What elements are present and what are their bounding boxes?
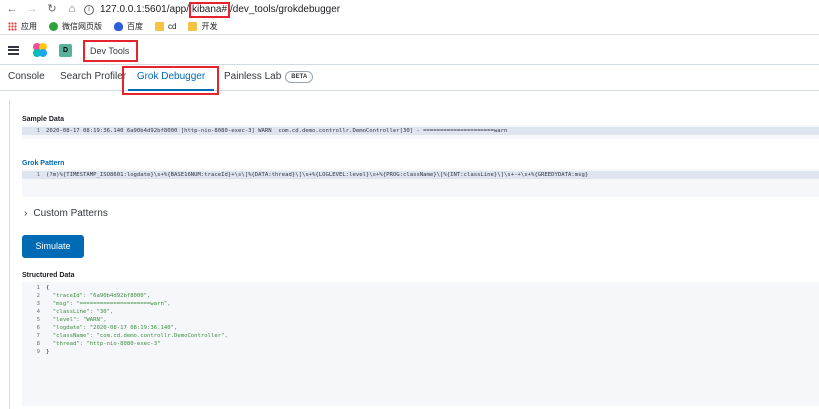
back-icon[interactable]: ← <box>4 0 20 19</box>
bookmark-wechat[interactable]: 微信网页版 <box>49 21 102 32</box>
bookmark-dev[interactable]: 开发 <box>188 21 217 32</box>
json-line: "traceId": "6a90b4d92bf8000", <box>46 293 151 299</box>
json-line: "level": "WARN", <box>46 317 107 323</box>
line-number: 1 <box>36 172 40 178</box>
url-suffix: /dev_tools/grokdebugger <box>230 4 341 15</box>
json-line: "msg": "=====================warn", <box>46 301 171 307</box>
menu-icon[interactable] <box>8 45 19 55</box>
grok-pattern-line: (?m)%{TIMESTAMP_ISO8601:logdate}\s+%{BAS… <box>46 172 589 178</box>
tab-label: Painless Lab <box>224 71 282 82</box>
line-number: 5 <box>36 317 40 323</box>
wechat-icon <box>49 22 58 31</box>
line-number: 9 <box>36 349 40 355</box>
bookmark-baidu[interactable]: 百度 <box>114 21 143 32</box>
breadcrumb[interactable]: Dev Tools <box>83 40 138 62</box>
structured-data-label: Structured Data <box>22 272 75 279</box>
beta-badge: BETA <box>285 71 314 83</box>
line-number: 6 <box>36 325 40 331</box>
grok-pattern-label: Grok Pattern <box>22 160 65 167</box>
tab-console[interactable]: Console <box>8 65 45 91</box>
bookmark-label: 微信网页版 <box>62 22 102 31</box>
baidu-icon <box>114 22 123 31</box>
grok-pattern-editor[interactable]: 1 (?m)%{TIMESTAMP_ISO8601:logdate}\s+%{B… <box>22 169 819 197</box>
sample-data-editor[interactable]: 1 2020-08-17 08:19:36.140 6a90b4d92bf800… <box>22 125 819 139</box>
bookmark-label: cd <box>168 22 177 31</box>
line-number: 2 <box>36 293 40 299</box>
grok-tab-highlight <box>122 66 219 95</box>
line-number: 8 <box>36 341 40 347</box>
chevron-right-icon: › <box>24 208 28 219</box>
apps-icon <box>8 22 17 31</box>
tab-painless-lab[interactable]: Painless Lab BETA <box>224 65 314 91</box>
json-line: "classLine": "30", <box>46 309 114 315</box>
json-line: { <box>46 285 50 291</box>
json-line: "thread": "http-nio-8080-exec-3" <box>46 341 161 347</box>
home-icon[interactable]: ⌂ <box>64 0 80 19</box>
line-number: 1 <box>36 285 40 291</box>
folder-icon <box>188 22 198 31</box>
bookmarks-bar: 应用 微信网页版 百度 cd 开发 <box>0 19 819 35</box>
url-highlight: kibana# <box>188 1 231 18</box>
reload-icon[interactable]: ↻ <box>44 0 60 19</box>
url-prefix: 127.0.0.1:5601/app/ <box>100 4 189 15</box>
custom-patterns-label: Custom Patterns <box>33 208 108 219</box>
json-line: "className": "com.cd.demo.controllr.Demo… <box>46 333 228 339</box>
sample-data-line: 2020-08-17 08:19:36.140 6a90b4d92bf8000 … <box>46 128 508 134</box>
bookmark-apps[interactable]: 应用 <box>8 21 37 32</box>
browser-toolbar: ← → ↻ ⌂ i 127.0.0.1:5601/app/ kibana# /d… <box>0 0 819 19</box>
elastic-logo-icon[interactable] <box>33 43 47 57</box>
bookmark-cd[interactable]: cd <box>155 22 176 31</box>
folder-icon <box>155 22 164 31</box>
json-line: "logdate": "2020-08-17 08:19:36.140", <box>46 325 178 331</box>
json-line: } <box>46 349 50 355</box>
address-bar[interactable]: i 127.0.0.1:5601/app/ kibana# /dev_tools… <box>84 1 340 18</box>
line-number: 4 <box>36 309 40 315</box>
simulate-button[interactable]: Simulate <box>22 235 84 258</box>
sample-data-label: Sample Data <box>22 116 65 123</box>
bookmark-label: 百度 <box>127 22 143 31</box>
line-number: 1 <box>36 128 40 134</box>
space-avatar[interactable]: D <box>59 43 72 57</box>
info-icon[interactable]: i <box>84 4 94 15</box>
structured-data-output[interactable]: 1 { 2 "traceId": "6a90b4d92bf8000", 3 "ms… <box>22 282 819 406</box>
forward-icon[interactable]: → <box>24 0 40 19</box>
line-number: 7 <box>36 333 40 339</box>
bookmark-label: 应用 <box>21 22 37 31</box>
tab-search-profiler[interactable]: Search Profiler <box>60 65 126 91</box>
custom-patterns-toggle[interactable]: › Custom Patterns <box>24 208 108 219</box>
bookmark-label: 开发 <box>201 22 218 31</box>
line-number: 3 <box>36 301 40 307</box>
